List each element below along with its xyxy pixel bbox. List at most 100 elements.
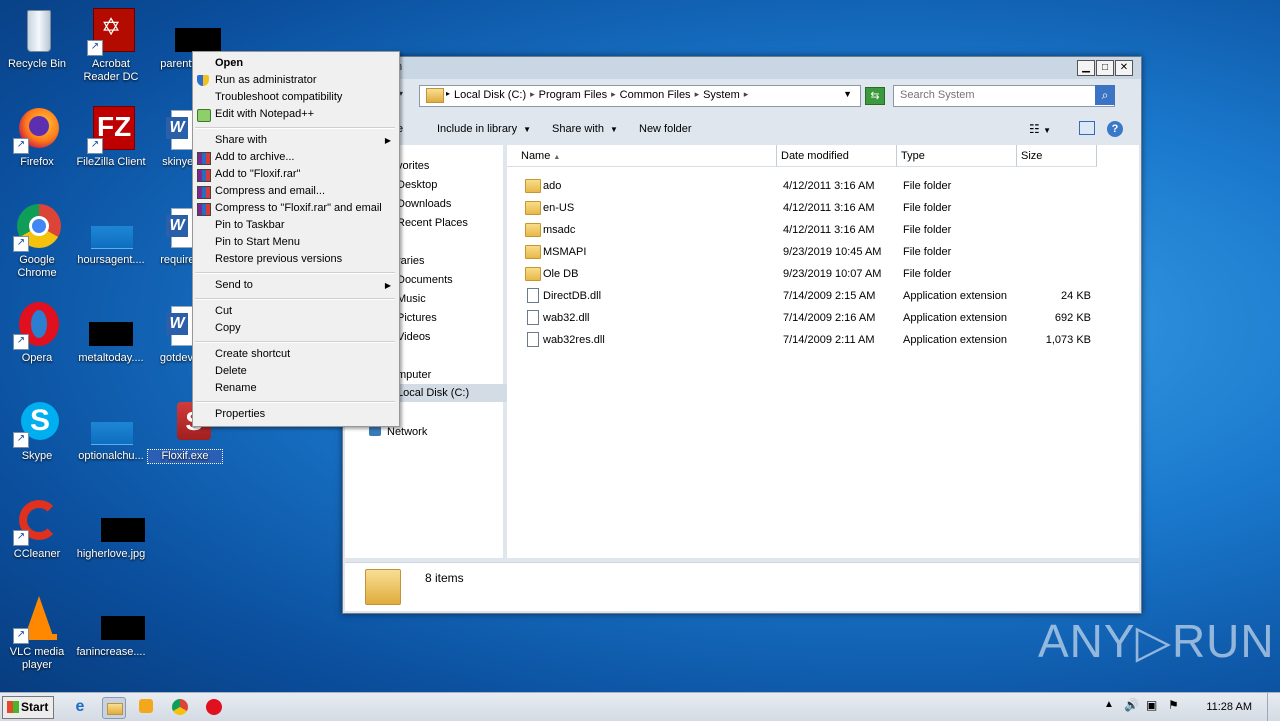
nav-item-videos[interactable]: Videos (397, 331, 430, 343)
nav-item-network[interactable]: Network (387, 426, 427, 438)
desktop-icon-ccleaner[interactable]: ↗ CCleaner (0, 498, 74, 561)
nav-item-pictures[interactable]: Pictures (397, 312, 437, 324)
nav-item-music[interactable]: Music (397, 293, 426, 305)
nav-item-computer[interactable]: mputer (397, 369, 431, 381)
chrome-icon: ↗ (13, 204, 61, 252)
breadcrumb-chevron-icon[interactable]: ▸ (530, 89, 535, 101)
search-input[interactable] (894, 86, 1090, 104)
breadcrumb-item[interactable]: Local Disk (C:) (454, 89, 526, 101)
desktop-icon-firefox[interactable]: ↗ Firefox (0, 106, 74, 169)
desktop-icon-metaltoday[interactable]: metaltoday.... (74, 302, 148, 365)
file-row[interactable]: wab32res.dll 7/14/2009 2:11 AM Application… (507, 329, 1139, 351)
network-icon[interactable]: ▣ (1146, 698, 1157, 712)
menu-item-compress-rar-email[interactable]: Compress to "Floxif.rar" and email (215, 202, 382, 214)
desktop-icon-opera[interactable]: ↗ Opera (0, 302, 74, 365)
close-button[interactable]: ✕ (1115, 60, 1133, 76)
file-row[interactable]: en-US 4/12/2011 3:16 AM File folder (507, 197, 1139, 219)
menu-item-troubleshoot[interactable]: Troubleshoot compatibility (215, 91, 342, 103)
file-row[interactable]: ado 4/12/2011 3:16 AM File folder (507, 175, 1139, 197)
nav-item-recent-places[interactable]: Recent Places (397, 217, 468, 229)
nav-item-downloads[interactable]: Downloads (397, 198, 451, 210)
menu-item-open[interactable]: Open (215, 57, 243, 69)
desktop-icon-optionalchu[interactable]: optionalchu... (74, 400, 148, 463)
action-center-flag-icon[interactable]: ⚑ (1168, 698, 1179, 712)
explorer-titlebar[interactable]: m ▁ □ ✕ (343, 57, 1141, 79)
file-name: wab32res.dll (543, 334, 605, 346)
file-type: File folder (903, 246, 952, 258)
breadcrumb-chevron-icon[interactable]: ▸ (446, 89, 450, 98)
volume-icon[interactable]: 🔊 (1124, 698, 1139, 712)
menu-item-cut[interactable]: Cut (215, 305, 232, 317)
folder-icon (426, 88, 444, 103)
internet-explorer-icon[interactable]: e (70, 697, 90, 717)
windows-explorer-icon[interactable] (102, 697, 126, 719)
column-header-name[interactable]: Name ▲ (507, 145, 777, 167)
desktop-icon-label: Opera (21, 352, 53, 364)
opera-icon[interactable] (204, 697, 224, 717)
help-icon[interactable]: ? (1107, 121, 1123, 137)
menu-item-rename[interactable]: Rename (215, 382, 257, 394)
file-row[interactable]: Ole DB 9/23/2019 10:07 AM File folder (507, 263, 1139, 285)
breadcrumb-chevron-icon[interactable]: ▸ (744, 89, 749, 101)
nav-item-libraries[interactable]: raries (397, 255, 425, 267)
clock[interactable]: 11:28 AM (1206, 701, 1252, 713)
desktop-icon-chrome[interactable]: ↗ Google Chrome (0, 204, 74, 280)
show-hidden-icons-icon[interactable]: ▲ (1104, 699, 1114, 710)
shortcut-arrow-icon: ↗ (13, 628, 29, 644)
menu-item-pin-taskbar[interactable]: Pin to Taskbar (215, 219, 285, 231)
nav-item-desktop[interactable]: Desktop (397, 179, 437, 191)
desktop-icon-vlc[interactable]: ↗ VLC media player (0, 596, 74, 672)
menu-item-add-to-archive[interactable]: Add to archive... (215, 151, 295, 163)
preview-pane-icon[interactable] (1079, 121, 1095, 135)
menu-item-compress-email[interactable]: Compress and email... (215, 185, 325, 197)
breadcrumb-item[interactable]: System (703, 89, 740, 101)
menu-item-delete[interactable]: Delete (215, 365, 247, 377)
include-in-library-button[interactable]: Include in library ▼ (437, 123, 531, 135)
chrome-icon[interactable] (170, 697, 190, 717)
media-player-icon[interactable] (137, 697, 157, 717)
file-row[interactable]: msadc 4/12/2011 3:16 AM File folder (507, 219, 1139, 241)
file-row[interactable]: MSMAPI 9/23/2019 10:45 AM File folder (507, 241, 1139, 263)
menu-item-share-with[interactable]: Share with (215, 134, 267, 146)
address-dropdown-icon[interactable]: ▼ (843, 89, 852, 99)
menu-item-add-to-rar[interactable]: Add to "Floxif.rar" (215, 168, 300, 180)
breadcrumb-chevron-icon[interactable]: ▸ (695, 89, 700, 101)
file-row[interactable]: DirectDB.dll 7/14/2009 2:15 AM Application… (507, 285, 1139, 307)
nav-item-documents[interactable]: Documents (397, 274, 453, 286)
nav-item-local-disk[interactable]: Local Disk (C:) (383, 384, 517, 402)
search-icon[interactable]: ⌕ (1095, 85, 1115, 105)
menu-item-run-as-admin[interactable]: Run as administrator (215, 74, 317, 86)
column-header-date[interactable]: Date modified (777, 145, 897, 167)
change-view-icon[interactable]: ☷ ▼ (1029, 122, 1051, 136)
start-button[interactable]: Start (2, 696, 54, 719)
breadcrumb-chevron-icon[interactable]: ▸ (611, 89, 616, 101)
breadcrumb-item[interactable]: Program Files (539, 89, 607, 101)
column-header-size[interactable]: Size (1017, 145, 1097, 167)
menu-item-restore-versions[interactable]: Restore previous versions (215, 253, 342, 265)
menu-item-send-to[interactable]: Send to (215, 279, 253, 291)
desktop-icon-recycle-bin[interactable]: Recycle Bin (0, 8, 74, 71)
column-header-type[interactable]: Type (897, 145, 1017, 167)
new-folder-button[interactable]: New folder (639, 123, 692, 135)
window-controls: ▁ □ ✕ (1077, 60, 1133, 76)
show-desktop-button[interactable] (1267, 693, 1280, 721)
desktop-icon-hoursagent[interactable]: hoursagent.... (74, 204, 148, 267)
breadcrumb-item[interactable]: Common Files (620, 89, 691, 101)
desktop-icon-acrobat[interactable]: ✡ ↗ Acrobat Reader DC (74, 8, 148, 84)
minimize-button[interactable]: ▁ (1077, 60, 1095, 76)
desktop-icon-skype[interactable]: S ↗ Skype (0, 400, 74, 463)
menu-item-create-shortcut[interactable]: Create shortcut (215, 348, 290, 360)
address-bar[interactable]: ▸ Local Disk (C:) ▸ Program Files ▸ Common… (419, 85, 861, 107)
desktop-icon-filezilla[interactable]: FZ ↗ FileZilla Client (74, 106, 148, 169)
desktop-icon-fanincrease[interactable]: fanincrease.... (74, 596, 148, 659)
share-with-button[interactable]: Share with ▼ (552, 123, 618, 135)
menu-item-properties[interactable]: Properties (215, 408, 265, 420)
maximize-button[interactable]: □ (1096, 60, 1114, 76)
menu-item-copy[interactable]: Copy (215, 322, 241, 334)
menu-item-edit-notepad[interactable]: Edit with Notepad++ (215, 108, 314, 120)
nav-item-favorites[interactable]: vorites (397, 160, 429, 172)
desktop-icon-higherlove[interactable]: higherlove.jpg (74, 498, 148, 561)
file-row[interactable]: wab32.dll 7/14/2009 2:16 AM Application ex… (507, 307, 1139, 329)
refresh-button[interactable]: ⇆ (865, 87, 885, 105)
menu-item-pin-start[interactable]: Pin to Start Menu (215, 236, 300, 248)
